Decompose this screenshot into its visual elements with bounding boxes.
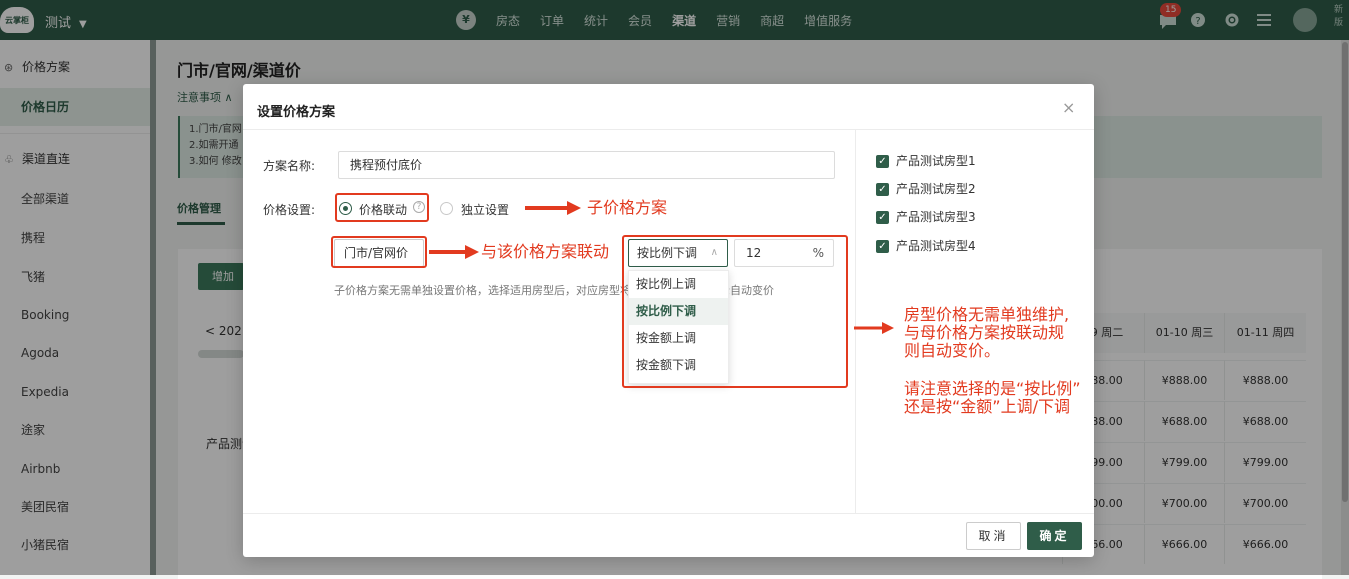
highlight-adjust-area — [622, 235, 848, 388]
check-icon: ✓ — [876, 183, 889, 196]
annotation-line: 房型价格无需单独维护, — [904, 305, 1070, 324]
highlight-parent-plan — [331, 236, 427, 268]
annotation-linked: 与该价格方案联动 — [481, 242, 610, 261]
plan-name-input[interactable]: 携程预付底价 — [338, 151, 835, 179]
radio-independent[interactable] — [440, 202, 453, 215]
check-icon: ✓ — [876, 211, 889, 224]
arrow-right-icon — [429, 245, 479, 259]
annotation-child-plan: 子价格方案 — [587, 198, 668, 217]
dialog-header-divider — [243, 129, 1094, 130]
dialog-footer-divider — [243, 513, 1094, 514]
check-icon: ✓ — [876, 240, 889, 253]
annotation-room-note: 房型价格无需单独维护, 与母价格方案按联动规 则自动变价。 — [904, 306, 1069, 360]
room-type-checkbox[interactable]: ✓ 产品测试房型3 — [876, 208, 976, 225]
highlight-linked-radio — [335, 193, 429, 222]
plan-name-label: 方案名称: — [263, 159, 316, 173]
annotation-line: 与母价格方案按联动规 — [904, 323, 1065, 342]
radio-independent-label[interactable]: 独立设置 — [461, 201, 509, 218]
cancel-button[interactable]: 取消 — [966, 522, 1021, 550]
price-setting-label: 价格设置: — [263, 203, 316, 217]
room-type-checkbox[interactable]: ✓ 产品测试房型1 — [876, 152, 976, 169]
annotation-line: 请注意选择的是“按比例” — [904, 379, 1081, 398]
close-icon[interactable]: × — [1062, 98, 1075, 117]
annotation-line: 则自动变价。 — [904, 341, 1001, 360]
arrow-right-icon — [854, 322, 894, 334]
dialog-title: 设置价格方案 — [257, 105, 336, 120]
page-scrollbar-thumb[interactable] — [1342, 42, 1348, 502]
check-icon: ✓ — [876, 155, 889, 168]
arrow-right-icon — [525, 201, 581, 215]
confirm-button[interactable]: 确定 — [1027, 522, 1082, 550]
room-type-checkbox[interactable]: ✓ 产品测试房型2 — [876, 180, 976, 197]
annotation-line: 还是按“金额”上调/下调 — [904, 397, 1070, 416]
annotation-choose-note: 请注意选择的是“按比例” 还是按“金额”上调/下调 — [904, 380, 1081, 416]
room-type-checkbox[interactable]: ✓ 产品测试房型4 — [876, 237, 976, 254]
